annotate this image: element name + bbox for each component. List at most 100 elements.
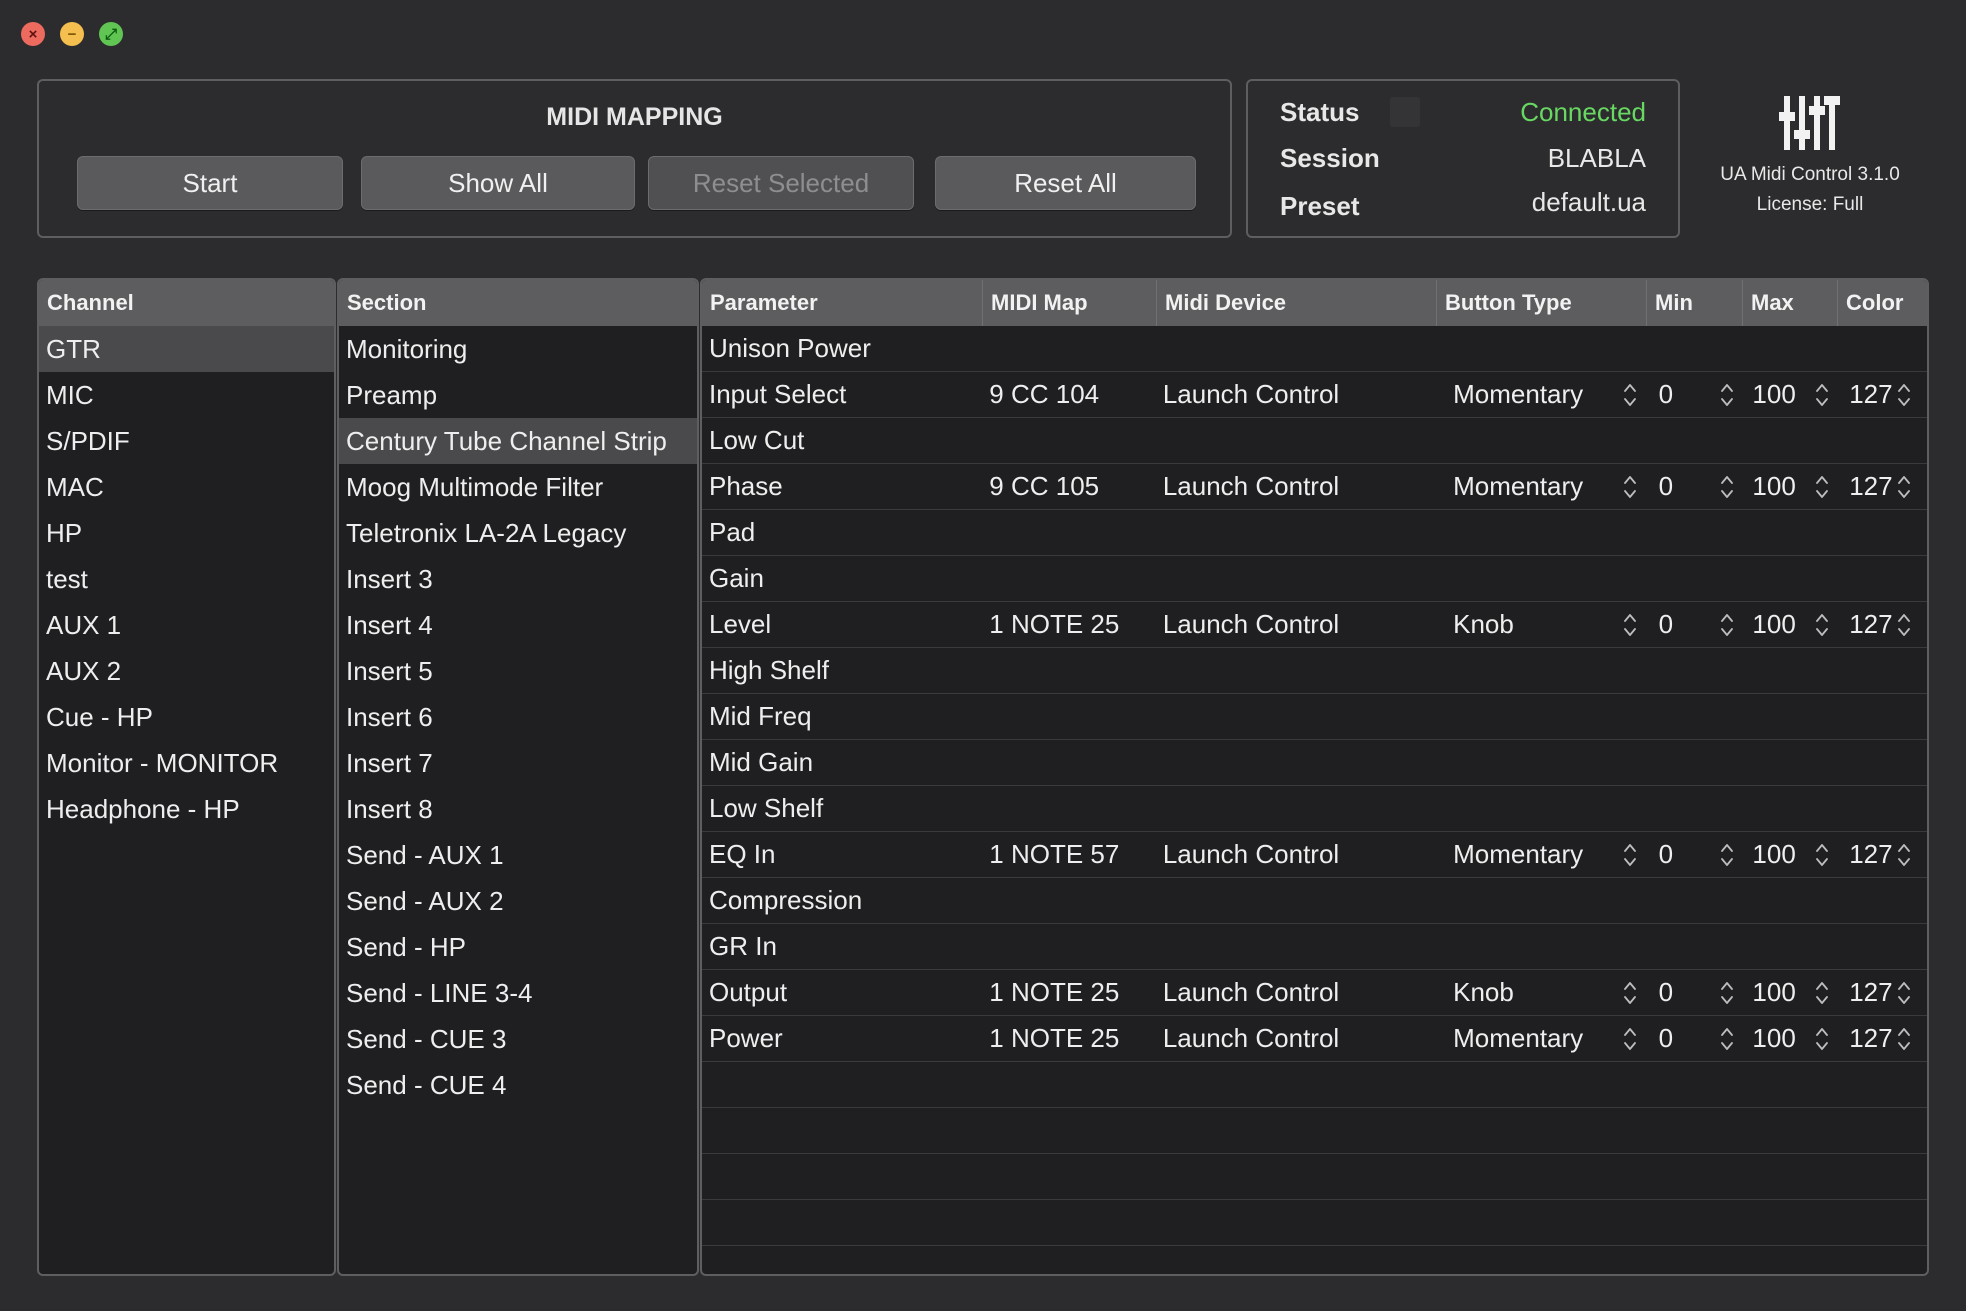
stepper-icon[interactable] xyxy=(1897,382,1911,408)
chevron-up-down-icon[interactable] xyxy=(1623,980,1637,1006)
color-stepper[interactable]: 127 xyxy=(1835,609,1927,640)
section-list-item[interactable]: Insert 6 xyxy=(339,694,697,740)
stepper-icon[interactable] xyxy=(1815,842,1829,868)
max-stepper[interactable]: 100 xyxy=(1740,379,1835,410)
start-button[interactable]: Start xyxy=(77,156,343,210)
close-window-button[interactable]: × xyxy=(21,22,45,46)
section-list-item[interactable]: Insert 5 xyxy=(339,648,697,694)
section-list-item[interactable]: Send - LINE 3-4 xyxy=(339,970,697,1016)
section-list-item[interactable]: Send - AUX 2 xyxy=(339,878,697,924)
table-row[interactable]: Phase 9 CC 105 Launch Control Momentary 0 100… xyxy=(702,464,1927,510)
reset-selected-button[interactable]: Reset Selected xyxy=(648,156,914,210)
section-list-item[interactable]: Send - AUX 1 xyxy=(339,832,697,878)
color-stepper[interactable]: 127 xyxy=(1835,977,1927,1008)
channel-list-item[interactable]: AUX 2 xyxy=(39,648,334,694)
stepper-icon[interactable] xyxy=(1815,382,1829,408)
stepper-icon[interactable] xyxy=(1897,980,1911,1006)
stepper-icon[interactable] xyxy=(1897,474,1911,500)
midi-map-column-header[interactable]: MIDI Map xyxy=(983,280,1157,326)
stepper-icon[interactable] xyxy=(1815,980,1829,1006)
button-type-select[interactable]: Momentary xyxy=(1435,379,1645,410)
button-type-select[interactable]: Momentary xyxy=(1435,839,1645,870)
color-column-header[interactable]: Color xyxy=(1838,280,1927,326)
show-all-button[interactable]: Show All xyxy=(361,156,635,210)
table-row[interactable]: Mid Freq xyxy=(702,694,1927,740)
midi-map-cell[interactable]: 1 NOTE 25 xyxy=(982,1023,1156,1054)
reset-all-button[interactable]: Reset All xyxy=(935,156,1196,210)
midi-device-cell[interactable]: Launch Control xyxy=(1156,471,1435,502)
section-list-item[interactable]: Preamp xyxy=(339,372,697,418)
section-column-header[interactable]: Section xyxy=(339,280,697,326)
chevron-up-down-icon[interactable] xyxy=(1623,1026,1637,1052)
table-row[interactable]: EQ In 1 NOTE 57 Launch Control Momentary 0 10… xyxy=(702,832,1927,878)
max-stepper[interactable]: 100 xyxy=(1740,977,1835,1008)
stepper-icon[interactable] xyxy=(1897,842,1911,868)
chevron-up-down-icon[interactable] xyxy=(1623,842,1637,868)
table-row[interactable]: Gain xyxy=(702,556,1927,602)
section-list-item[interactable]: Insert 7 xyxy=(339,740,697,786)
channel-list-item[interactable]: HP xyxy=(39,510,334,556)
max-stepper[interactable]: 100 xyxy=(1740,1023,1835,1054)
channel-column-header[interactable]: Channel xyxy=(39,280,334,326)
min-column-header[interactable]: Min xyxy=(1647,280,1743,326)
table-row[interactable]: Compression xyxy=(702,878,1927,924)
channel-list-item[interactable]: Monitor - MONITOR xyxy=(39,740,334,786)
color-stepper[interactable]: 127 xyxy=(1835,839,1927,870)
table-row[interactable]: Output 1 NOTE 25 Launch Control Knob 0 100 127 xyxy=(702,970,1927,1016)
min-stepper[interactable]: 0 xyxy=(1645,839,1741,870)
table-row[interactable]: Unison Power xyxy=(702,326,1927,372)
min-stepper[interactable]: 0 xyxy=(1645,977,1741,1008)
channel-list-item[interactable]: GTR xyxy=(39,326,334,372)
max-stepper[interactable]: 100 xyxy=(1740,471,1835,502)
zoom-window-button[interactable]: ⤢ xyxy=(99,22,123,46)
channel-list-item[interactable]: AUX 1 xyxy=(39,602,334,648)
button-type-select[interactable]: Momentary xyxy=(1435,471,1645,502)
stepper-icon[interactable] xyxy=(1720,474,1734,500)
stepper-icon[interactable] xyxy=(1815,1026,1829,1052)
stepper-icon[interactable] xyxy=(1720,612,1734,638)
channel-list-item[interactable]: test xyxy=(39,556,334,602)
min-stepper[interactable]: 0 xyxy=(1645,471,1741,502)
chevron-up-down-icon[interactable] xyxy=(1623,612,1637,638)
channel-list-item[interactable]: MAC xyxy=(39,464,334,510)
stepper-icon[interactable] xyxy=(1815,612,1829,638)
stepper-icon[interactable] xyxy=(1720,382,1734,408)
channel-list-item[interactable]: S/PDIF xyxy=(39,418,334,464)
section-list-item[interactable]: Teletronix LA-2A Legacy xyxy=(339,510,697,556)
chevron-up-down-icon[interactable] xyxy=(1623,474,1637,500)
stepper-icon[interactable] xyxy=(1897,1026,1911,1052)
section-list-item[interactable]: Century Tube Channel Strip xyxy=(339,418,697,464)
table-row[interactable]: GR In xyxy=(702,924,1927,970)
section-list-item[interactable]: Send - CUE 4 xyxy=(339,1062,697,1108)
min-stepper[interactable]: 0 xyxy=(1645,609,1741,640)
parameter-column-header[interactable]: Parameter xyxy=(702,280,983,326)
midi-device-cell[interactable]: Launch Control xyxy=(1156,839,1435,870)
midi-device-cell[interactable]: Launch Control xyxy=(1156,1023,1435,1054)
section-list-item[interactable]: Insert 8 xyxy=(339,786,697,832)
section-list-item[interactable]: Moog Multimode Filter xyxy=(339,464,697,510)
color-stepper[interactable]: 127 xyxy=(1835,1023,1927,1054)
button-type-select[interactable]: Knob xyxy=(1435,609,1645,640)
table-row[interactable]: Input Select 9 CC 104 Launch Control Moment… xyxy=(702,372,1927,418)
table-row[interactable]: Power 1 NOTE 25 Launch Control Momentary 0 10… xyxy=(702,1016,1927,1062)
section-list-item[interactable]: Send - CUE 3 xyxy=(339,1016,697,1062)
section-list-item[interactable]: Insert 4 xyxy=(339,602,697,648)
chevron-up-down-icon[interactable] xyxy=(1623,382,1637,408)
section-list-item[interactable]: Insert 3 xyxy=(339,556,697,602)
section-list-item[interactable]: Send - HP xyxy=(339,924,697,970)
midi-device-column-header[interactable]: Midi Device xyxy=(1157,280,1437,326)
min-stepper[interactable]: 0 xyxy=(1645,1023,1741,1054)
midi-device-cell[interactable]: Launch Control xyxy=(1156,977,1435,1008)
channel-list-item[interactable]: Cue - HP xyxy=(39,694,334,740)
max-stepper[interactable]: 100 xyxy=(1740,609,1835,640)
stepper-icon[interactable] xyxy=(1720,980,1734,1006)
stepper-icon[interactable] xyxy=(1720,842,1734,868)
max-stepper[interactable]: 100 xyxy=(1740,839,1835,870)
midi-map-cell[interactable]: 1 NOTE 57 xyxy=(982,839,1156,870)
stepper-icon[interactable] xyxy=(1815,474,1829,500)
min-stepper[interactable]: 0 xyxy=(1645,379,1741,410)
table-row[interactable]: High Shelf xyxy=(702,648,1927,694)
color-stepper[interactable]: 127 xyxy=(1835,471,1927,502)
minimize-window-button[interactable]: − xyxy=(60,22,84,46)
table-row[interactable]: Level 1 NOTE 25 Launch Control Knob 0 100 127 xyxy=(702,602,1927,648)
